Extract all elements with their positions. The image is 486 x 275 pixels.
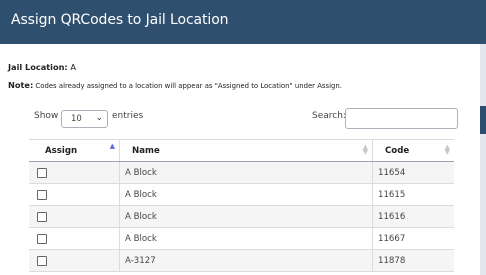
sort-both-icon: ▲ ▼ (444, 143, 450, 156)
table-row: A-3127 11878 (29, 249, 454, 272)
note-line: Note: Codes already assigned to a locati… (8, 80, 342, 90)
jail-location-line: Jail Location: A (8, 62, 76, 72)
row-name: A Block (125, 190, 157, 200)
row-code: 11615 (378, 190, 406, 200)
background-page-edge (480, 44, 486, 275)
sort-both-icon: ▲ ▼ (362, 143, 368, 156)
column-header-name[interactable]: Name ▲ ▼ (119, 139, 373, 162)
row-code: 11654 (378, 168, 406, 178)
entries-label: entries (112, 111, 144, 121)
note-text: Codes already assigned to a location wil… (35, 82, 342, 90)
row-code: 11616 (378, 212, 406, 222)
row-code: 11878 (378, 256, 406, 266)
assign-checkbox[interactable] (37, 168, 47, 178)
background-header-bar (480, 106, 486, 134)
qrcode-table: Assign ▲ Name ▲ ▼ Code ▲ ▼ A Block 11654 A… (29, 139, 454, 272)
row-name: A Block (125, 212, 157, 222)
chevron-down-icon: ⌄ (95, 113, 103, 123)
search-label: Search: (312, 111, 346, 121)
row-name: A-3127 (125, 256, 156, 266)
table-header-row: Assign ▲ Name ▲ ▼ Code ▲ ▼ (29, 139, 454, 162)
jail-location-value: A (70, 62, 76, 72)
table-row: A Block 11616 (29, 205, 454, 228)
table-row: A Block 11615 (29, 183, 454, 206)
assign-checkbox[interactable] (37, 190, 47, 200)
assign-checkbox[interactable] (37, 256, 47, 266)
entries-per-page-value: 10 (71, 114, 82, 124)
table-row: A Block 11667 (29, 227, 454, 250)
entries-per-page-select[interactable]: 10 ⌄ (61, 110, 108, 128)
row-name: A Block (125, 168, 157, 178)
sort-ascending-icon: ▲ (109, 142, 115, 150)
assign-checkbox[interactable] (37, 212, 47, 222)
dialog-header: Assign QRCodes to Jail Location (0, 0, 486, 44)
jail-location-label: Jail Location: (8, 62, 68, 72)
row-name: A Block (125, 234, 157, 244)
show-label: Show (34, 111, 59, 121)
column-header-assign[interactable]: Assign ▲ (29, 139, 120, 162)
row-code: 11667 (378, 234, 406, 244)
note-label: Note: (8, 80, 34, 90)
table-row: A Block 11654 (29, 161, 454, 184)
column-header-code[interactable]: Code ▲ ▼ (372, 139, 454, 162)
assign-checkbox[interactable] (37, 234, 47, 244)
search-input[interactable] (345, 108, 458, 129)
dialog-title: Assign QRCodes to Jail Location (11, 12, 229, 28)
